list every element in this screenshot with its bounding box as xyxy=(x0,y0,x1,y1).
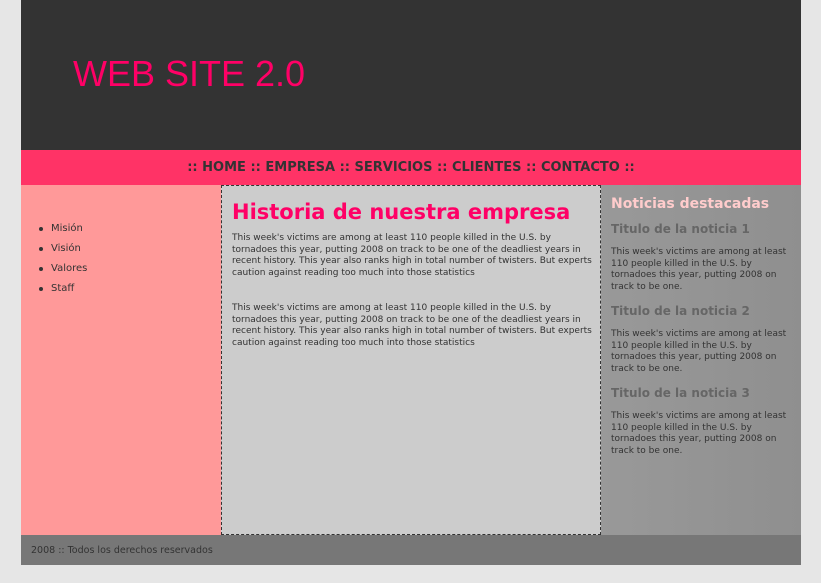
nav-item-servicios[interactable]: SERVICIOS xyxy=(355,160,433,175)
nav-separator: :: xyxy=(339,160,350,175)
sidebar-link-mision[interactable]: Misión xyxy=(51,223,83,234)
news-panel: Noticias destacadas Titulo de la noticia… xyxy=(601,185,801,535)
bullet-icon xyxy=(39,247,43,251)
page: WEB SITE 2.0 :: HOME :: EMPRESA :: SERVI… xyxy=(21,0,801,565)
news-item-title-3: Titulo de la noticia 3 xyxy=(611,386,750,400)
nav-separator: :: xyxy=(624,160,635,175)
nav-item-contacto[interactable]: CONTACTO xyxy=(541,160,620,175)
news-item-title-1: Titulo de la noticia 1 xyxy=(611,222,750,236)
nav-separator: :: xyxy=(437,160,448,175)
sidebar-link-staff[interactable]: Staff xyxy=(51,283,74,294)
footer: 2008 :: Todos los derechos reservados xyxy=(21,535,801,565)
main-paragraph-1: This week's victims are among at least 1… xyxy=(232,233,592,278)
nav-separator: :: xyxy=(187,160,198,175)
sidebar-link-vision[interactable]: Visión xyxy=(51,243,81,254)
sidebar-item-valores: Valores xyxy=(38,259,87,279)
sidebar-item-vision: Visión xyxy=(38,239,87,259)
nav-separator: :: xyxy=(250,160,261,175)
site-title: WEB SITE 2.0 xyxy=(73,53,306,94)
main-nav: :: HOME :: EMPRESA :: SERVICIOS :: CLIEN… xyxy=(21,150,801,185)
main-content: Historia de nuestra empresa This week's … xyxy=(221,185,601,535)
sidebar-menu: Misión Visión Valores Staff xyxy=(38,219,87,299)
nav-item-empresa[interactable]: EMPRESA xyxy=(265,160,335,175)
bullet-icon xyxy=(39,287,43,291)
site-header: WEB SITE 2.0 xyxy=(21,0,801,150)
nav-item-home[interactable]: HOME xyxy=(202,160,246,175)
news-item-text-1: This week's victims are among at least 1… xyxy=(611,247,787,292)
main-paragraph-2: This week's victims are among at least 1… xyxy=(232,303,592,348)
news-item-text-3: This week's victims are among at least 1… xyxy=(611,411,787,456)
news-item-text-2: This week's victims are among at least 1… xyxy=(611,329,787,374)
bullet-icon xyxy=(39,227,43,231)
news-item-title-2: Titulo de la noticia 2 xyxy=(611,304,750,318)
sidebar: Misión Visión Valores Staff xyxy=(21,185,221,535)
sidebar-item-staff: Staff xyxy=(38,279,87,299)
bullet-icon xyxy=(39,267,43,271)
nav-separator: :: xyxy=(526,160,537,175)
footer-text: 2008 :: Todos los derechos reservados xyxy=(31,545,213,556)
main-heading: Historia de nuestra empresa xyxy=(232,200,571,224)
nav-item-clientes[interactable]: CLIENTES xyxy=(452,160,522,175)
sidebar-item-mision: Misión xyxy=(38,219,87,239)
news-heading: Noticias destacadas xyxy=(611,196,770,212)
sidebar-link-valores[interactable]: Valores xyxy=(51,263,87,274)
